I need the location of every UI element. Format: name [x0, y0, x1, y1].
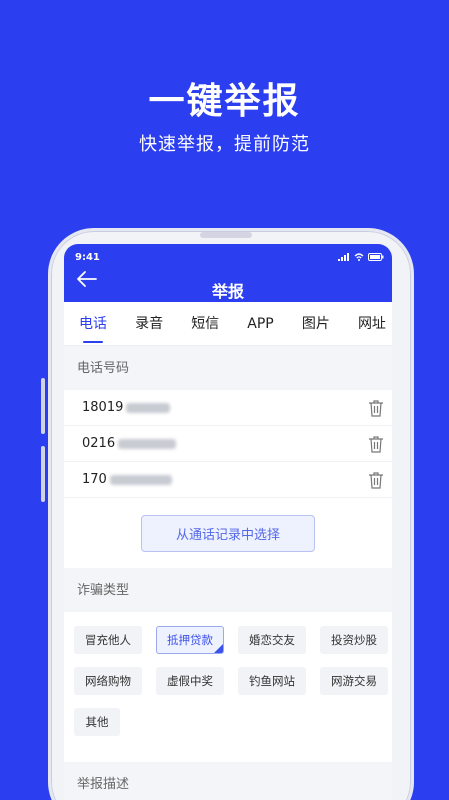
- masked-digits: [118, 438, 177, 449]
- phone-side-button: [41, 378, 45, 434]
- trash-icon[interactable]: [368, 435, 384, 453]
- phone-speaker: [200, 232, 252, 238]
- phone-number: 170: [82, 472, 172, 487]
- tab-app[interactable]: APP: [247, 302, 273, 346]
- app-header: 9:41 举报: [64, 244, 392, 302]
- fraud-type-online-shopping[interactable]: 网络购物: [74, 667, 142, 695]
- phone-number-row: 170: [64, 462, 392, 498]
- status-time: 9:41: [75, 252, 100, 263]
- wifi-icon: [354, 252, 364, 261]
- tab-sms[interactable]: 短信: [191, 302, 219, 346]
- promo-subtitle: 快速举报，提前防范: [139, 134, 310, 155]
- phone-number-prefix: 0216: [82, 436, 116, 451]
- fraud-type-impersonation[interactable]: 冒充他人: [74, 626, 142, 654]
- choose-from-call-log-area: 从通话记录中选择: [64, 498, 392, 568]
- phone-number: 18019: [82, 400, 171, 415]
- battery-icon: [368, 252, 384, 261]
- tab-url[interactable]: 网址: [358, 302, 386, 346]
- trash-icon[interactable]: [368, 471, 384, 489]
- phone-number-prefix: 170: [82, 472, 107, 487]
- promo-title: 一键举报: [148, 81, 301, 122]
- report-type-tabs: 电话 录音 短信 APP 图片 网址: [64, 302, 392, 346]
- phone-side-button: [41, 446, 45, 502]
- tab-recording[interactable]: 录音: [135, 302, 163, 346]
- fraud-type-game-trade[interactable]: 网游交易: [320, 667, 388, 695]
- fraud-type-other[interactable]: 其他: [74, 708, 120, 736]
- fraud-type-dating[interactable]: 婚恋交友: [238, 626, 306, 654]
- fraud-type-section-title: 诈骗类型: [64, 568, 392, 612]
- masked-digits: [109, 474, 172, 485]
- fraud-type-phishing-site[interactable]: 钓鱼网站: [238, 667, 306, 695]
- masked-digits: [126, 402, 171, 413]
- phone-number-row: 0216: [64, 426, 392, 462]
- app-screen: 9:41 举报 电话 录音 短信 APP 图片 网址 电话号码 18019 02…: [64, 244, 392, 800]
- signal-icon: [338, 252, 350, 261]
- phone-number-row: 18019: [64, 390, 392, 426]
- page-title: 举报: [211, 282, 244, 301]
- fraud-type-fake-prize[interactable]: 虚假中奖: [156, 667, 224, 695]
- phone-section-title: 电话号码: [64, 346, 392, 390]
- phone-number: 0216: [82, 436, 177, 451]
- phone-number-prefix: 18019: [82, 400, 124, 415]
- choose-from-call-log-button[interactable]: 从通话记录中选择: [141, 514, 315, 552]
- tab-phone[interactable]: 电话: [79, 302, 107, 346]
- fraud-type-mortgage-loan[interactable]: 抵押贷款: [156, 626, 224, 654]
- fraud-type-investment[interactable]: 投资炒股: [320, 626, 388, 654]
- status-icons: [338, 252, 384, 262]
- trash-icon[interactable]: [368, 399, 384, 417]
- fraud-type-list: 冒充他人 抵押贷款 婚恋交友 投资炒股 网络购物 虚假中奖 钓鱼网站 网游交易 …: [64, 612, 392, 748]
- description-section-title: 举报描述: [64, 762, 392, 800]
- tab-image[interactable]: 图片: [302, 302, 330, 346]
